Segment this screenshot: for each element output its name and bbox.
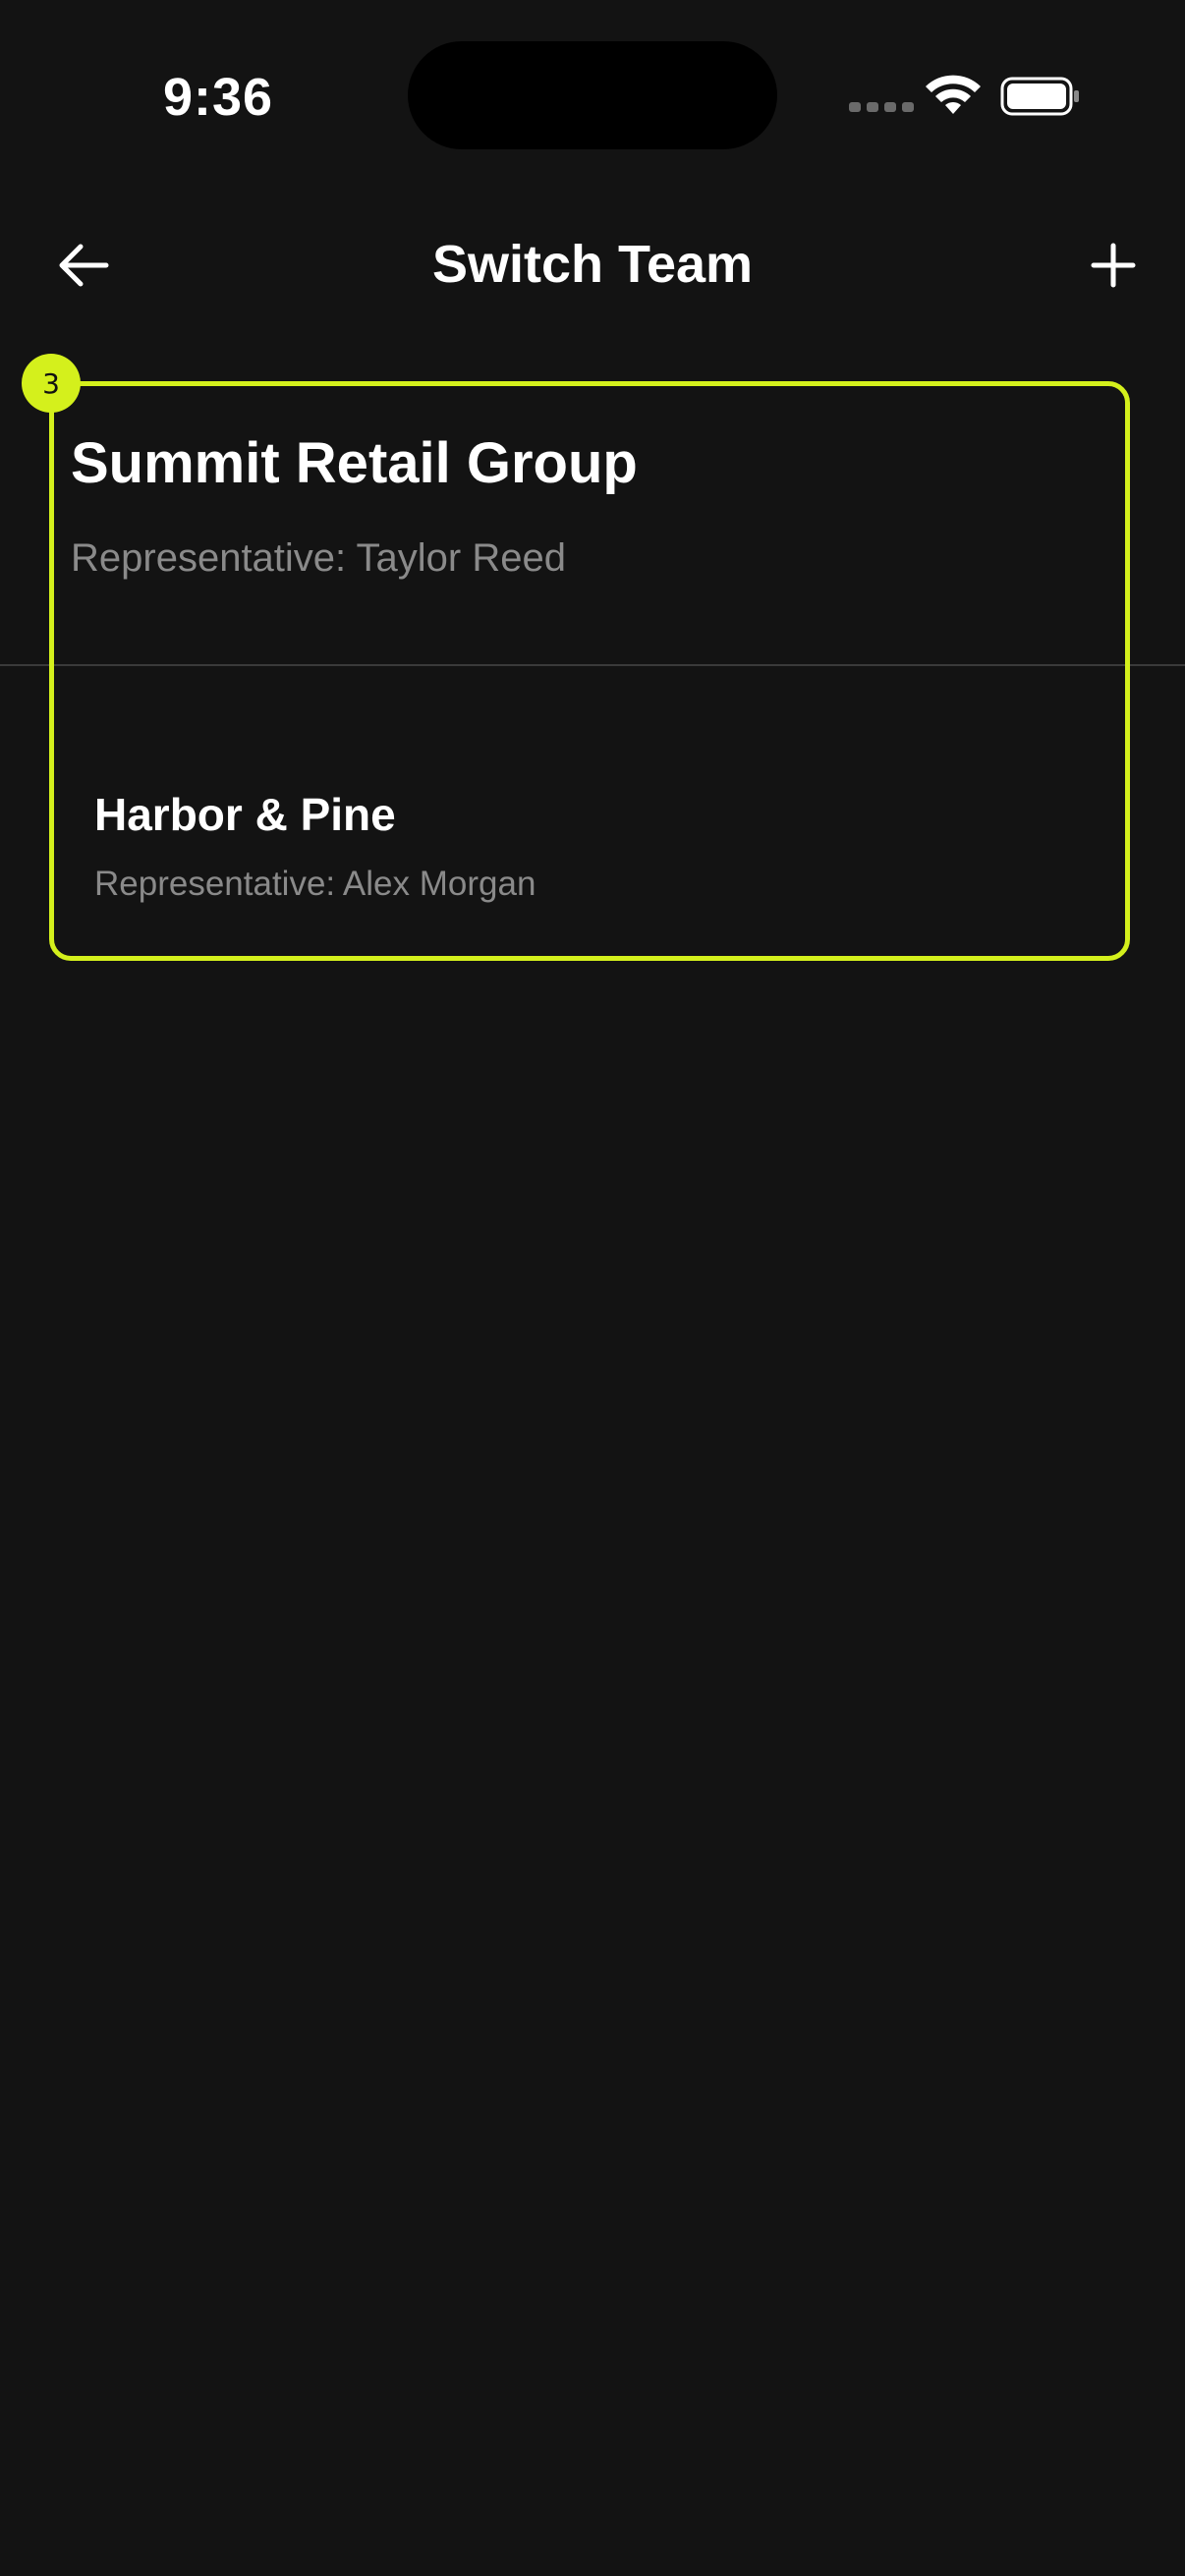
status-time: 9:36 [163,68,274,127]
battery-icon [1000,77,1079,116]
current-team-section: Summit Retail Group Representative: Tayl… [0,383,1185,666]
signal-icon [849,102,914,112]
plus-icon [1091,243,1136,288]
team-item-representative: Representative: Alex Morgan [94,865,536,903]
status-bar: 9:36 [0,0,1185,177]
wifi-icon [926,75,981,114]
header: Switch Team [0,216,1185,314]
page-title: Switch Team [431,235,754,294]
team-item-name: Harbor & Pine [94,789,396,840]
current-team-representative: Representative: Taylor Reed [71,536,566,580]
current-team-name: Summit Retail Group [71,431,638,495]
team-list-item[interactable]: Harbor & Pine Representative: Alex Morga… [69,766,1110,924]
add-team-button[interactable] [1081,236,1146,295]
highlight-badge: 3 [22,354,81,413]
dynamic-island [408,41,777,149]
